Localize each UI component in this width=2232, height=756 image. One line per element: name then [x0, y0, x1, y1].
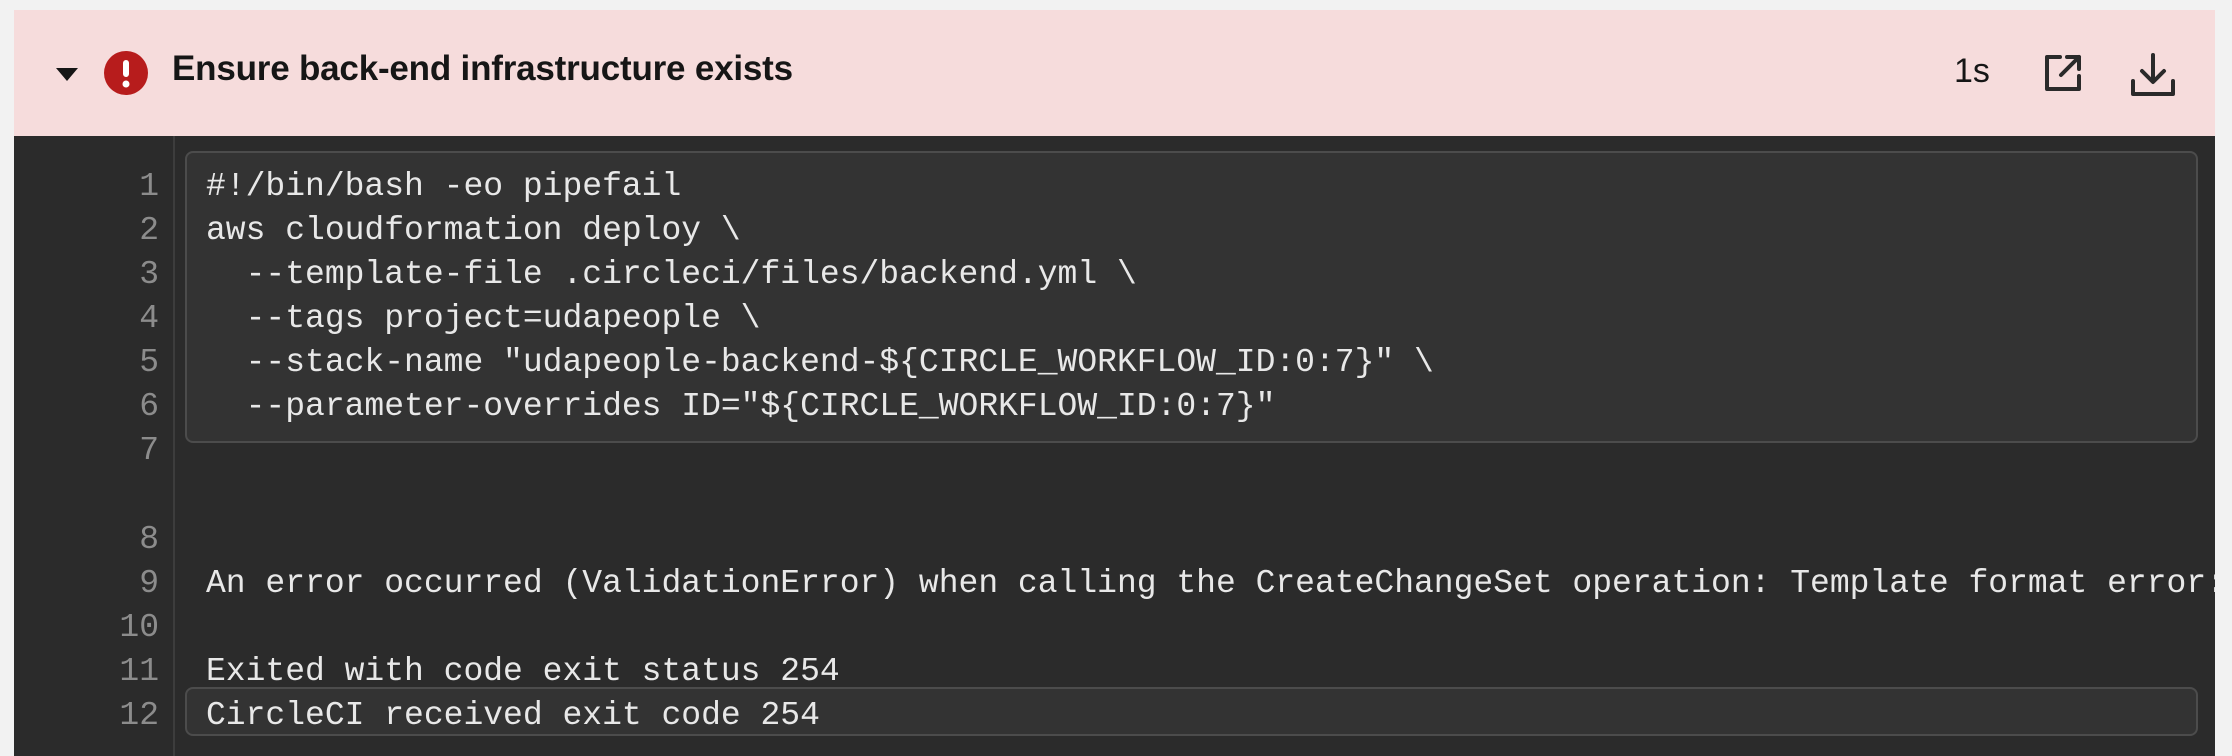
- code-line: --template-file .circleci/files/backend.…: [206, 256, 1137, 293]
- line-number: 12: [119, 697, 159, 734]
- code-line: --parameter-overrides ID="${CIRCLE_WORKF…: [206, 388, 1276, 425]
- code-line: --stack-name "udapeople-backend-${CIRCLE…: [206, 344, 1434, 381]
- code-line: CircleCI received exit code 254: [206, 697, 820, 734]
- top-gap: [0, 0, 2232, 10]
- line-number: 9: [139, 565, 159, 602]
- line-number: 11: [119, 653, 159, 690]
- line-number: 8: [139, 521, 159, 558]
- line-number: 1: [139, 168, 159, 205]
- code-line: Exited with code exit status 254: [206, 653, 840, 690]
- step-header[interactable]: Ensure back-end infrastructure exists 1s: [14, 10, 2215, 136]
- download-icon[interactable]: [2128, 50, 2178, 100]
- code-line: aws cloudformation deploy \: [206, 212, 741, 249]
- gutter-divider: [173, 136, 175, 756]
- code-line: --tags project=udapeople \: [206, 300, 761, 337]
- code-line: #!/bin/bash -eo pipefail: [206, 168, 682, 205]
- line-number: 7: [139, 432, 159, 469]
- external-link-icon[interactable]: [2040, 50, 2086, 96]
- line-number: 5: [139, 344, 159, 381]
- line-number: 6: [139, 388, 159, 425]
- line-number: 4: [139, 300, 159, 337]
- step-duration: 1s: [1954, 52, 1990, 90]
- line-number: 10: [119, 609, 159, 646]
- log-output: 1 #!/bin/bash -eo pipefail 2 aws cloudfo…: [14, 136, 2215, 756]
- code-line: An error occurred (ValidationError) when…: [206, 565, 2215, 602]
- line-number: 2: [139, 212, 159, 249]
- step-title: Ensure back-end infrastructure exists: [172, 49, 793, 88]
- error-exclamation-icon: [104, 51, 148, 95]
- caret-down-icon[interactable]: [52, 60, 82, 90]
- line-number: 3: [139, 256, 159, 293]
- step-panel: Ensure back-end infrastructure exists 1s…: [14, 10, 2215, 756]
